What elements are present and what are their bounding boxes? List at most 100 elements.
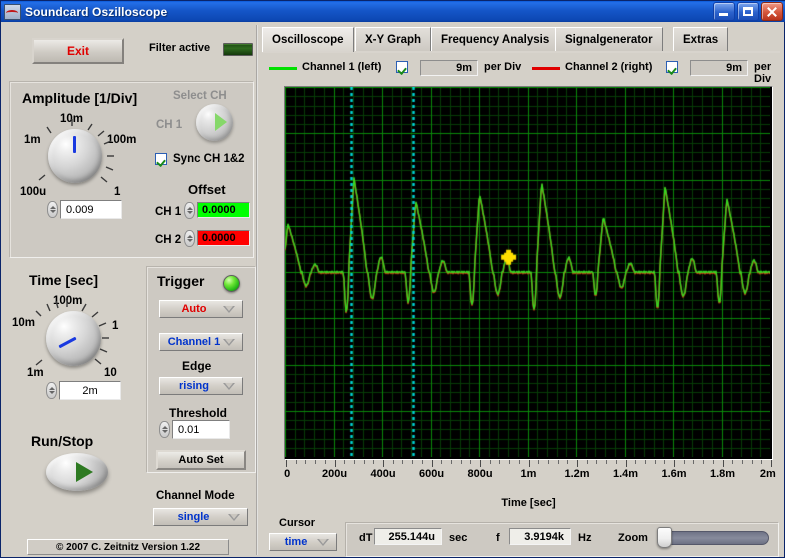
axis-tick-label: 2m bbox=[760, 468, 776, 480]
frequency-value[interactable]: 3.9194k bbox=[509, 528, 571, 545]
run-stop-label: Run/Stop bbox=[31, 433, 93, 449]
amplitude-spinner[interactable] bbox=[47, 201, 58, 218]
channel-2-per-div-value[interactable]: 9m bbox=[690, 60, 748, 76]
time-knob[interactable] bbox=[46, 311, 101, 366]
offset-ch2-spinner[interactable] bbox=[184, 230, 195, 247]
tab-oscilloscope[interactable]: Oscilloscope bbox=[262, 27, 354, 52]
channel-1-label: Channel 1 (left) bbox=[302, 61, 381, 73]
offset-ch2-label: CH 2 bbox=[155, 234, 181, 246]
threshold-value[interactable]: 0.01 bbox=[172, 420, 230, 439]
axis-tick-label: 1.6m bbox=[661, 468, 686, 480]
trigger-edge-select[interactable]: rising bbox=[159, 377, 243, 395]
trigger-edge-label: Edge bbox=[182, 359, 211, 373]
cursor-label: Cursor bbox=[279, 517, 315, 529]
trigger-title: Trigger bbox=[157, 273, 204, 289]
select-ch-knob[interactable] bbox=[196, 104, 233, 141]
frequency-label: f bbox=[496, 532, 500, 544]
amplitude-panel: Amplitude [1/Div] 10m 1m 100m 1 100u 0.0… bbox=[9, 81, 254, 258]
axis-tick bbox=[635, 460, 636, 464]
maximize-icon[interactable] bbox=[737, 2, 759, 21]
axis-tick bbox=[761, 460, 762, 464]
trigger-mode-select[interactable]: Auto bbox=[159, 300, 243, 318]
close-icon[interactable] bbox=[761, 2, 783, 21]
zoom-slider-thumb[interactable] bbox=[657, 527, 672, 548]
threshold-label: Threshold bbox=[169, 406, 227, 420]
channel-1-per-div-value[interactable]: 9m bbox=[420, 60, 478, 76]
minimize-icon[interactable] bbox=[713, 2, 735, 21]
threshold-spinner[interactable] bbox=[159, 421, 170, 438]
sync-channels-label: Sync CH 1&2 bbox=[173, 153, 245, 165]
select-ch-label: Select CH bbox=[173, 90, 227, 102]
select-ch-value: CH 1 bbox=[156, 119, 182, 131]
trigger-edge-value: rising bbox=[179, 380, 209, 392]
dt-label: dT bbox=[359, 532, 372, 544]
oscilloscope-display[interactable] bbox=[284, 86, 773, 460]
axis-tick bbox=[364, 460, 365, 464]
axis-tick bbox=[461, 460, 462, 464]
amplitude-knob[interactable] bbox=[48, 129, 102, 183]
offset-ch1-spinner[interactable] bbox=[184, 202, 195, 219]
auto-set-button[interactable]: Auto Set bbox=[156, 450, 246, 470]
chevron-down-icon bbox=[223, 383, 235, 390]
chevron-down-icon bbox=[223, 306, 235, 313]
axis-tick bbox=[373, 460, 374, 464]
tab-frequency-analysis[interactable]: Frequency Analysis bbox=[431, 27, 559, 51]
time-spinner[interactable] bbox=[46, 382, 57, 399]
tab-bar: Oscilloscope X-Y Graph Frequency Analysi… bbox=[262, 27, 780, 51]
filter-active-indicator[interactable] bbox=[223, 43, 253, 56]
title-bar: Soundcard Oszilloscope bbox=[1, 1, 785, 22]
time-value[interactable]: 2m bbox=[59, 381, 121, 400]
axis-tick bbox=[412, 460, 413, 464]
tab-xy-graph[interactable]: X-Y Graph bbox=[355, 27, 431, 51]
axis-tick bbox=[723, 460, 724, 467]
waveform-canvas[interactable] bbox=[285, 87, 770, 457]
axis-tick bbox=[432, 460, 433, 467]
channel-2-enable-checkbox[interactable] bbox=[666, 61, 678, 73]
axis-tick bbox=[645, 460, 646, 464]
axis-tick bbox=[480, 460, 481, 467]
tab-extras[interactable]: Extras bbox=[673, 27, 728, 51]
offset-label: Offset bbox=[188, 182, 226, 197]
channel-mode-select[interactable]: single bbox=[153, 508, 248, 526]
chevron-down-icon bbox=[317, 539, 329, 546]
axis-tick-label: 1.2m bbox=[564, 468, 589, 480]
trigger-source-value: Channel 1 bbox=[168, 336, 221, 348]
cursor-panel: Cursor time bbox=[263, 517, 341, 555]
axis-tick bbox=[596, 460, 597, 464]
axis-tick bbox=[713, 460, 714, 464]
offset-ch1-value[interactable]: 0.0000 bbox=[197, 202, 250, 218]
channel-1-enable-checkbox[interactable] bbox=[396, 61, 408, 73]
axis-tick-label: 800u bbox=[467, 468, 492, 480]
frequency-unit: Hz bbox=[578, 532, 591, 544]
axis-tick bbox=[577, 460, 578, 467]
chevron-down-icon bbox=[228, 514, 240, 521]
axis-tick bbox=[441, 460, 442, 464]
axis-tick bbox=[548, 460, 549, 464]
axis-tick bbox=[587, 460, 588, 464]
exit-button[interactable]: Exit bbox=[32, 38, 124, 64]
time-axis: 0200u400u600u800u1m1.2m1.4m1.6m1.8m2m bbox=[284, 460, 773, 482]
axis-tick-label: 1.4m bbox=[613, 468, 638, 480]
panel-divider bbox=[256, 25, 258, 555]
axis-tick bbox=[664, 460, 665, 464]
axis-tick bbox=[616, 460, 617, 464]
axis-tick bbox=[529, 460, 530, 467]
channel-1-per-div-label: per Div bbox=[484, 61, 521, 73]
channel-2-color-swatch bbox=[532, 67, 560, 70]
sync-channels-checkbox[interactable] bbox=[155, 153, 167, 165]
trigger-source-select[interactable]: Channel 1 bbox=[159, 333, 243, 351]
axis-tick bbox=[305, 460, 306, 464]
dt-value[interactable]: 255.144u bbox=[374, 528, 442, 545]
tab-signalgenerator[interactable]: Signalgenerator bbox=[555, 27, 663, 51]
time-axis-title: Time [sec] bbox=[284, 497, 773, 509]
axis-tick bbox=[626, 460, 627, 467]
axis-tick bbox=[402, 460, 403, 464]
zoom-slider-track[interactable] bbox=[659, 531, 769, 545]
run-stop-button[interactable] bbox=[46, 453, 108, 491]
cursor-mode-select[interactable]: time bbox=[269, 533, 337, 551]
axis-tick bbox=[742, 460, 743, 464]
oscilloscope-icon bbox=[4, 4, 21, 20]
offset-ch2-value[interactable]: 0.0000 bbox=[197, 230, 250, 246]
axis-tick bbox=[732, 460, 733, 464]
amplitude-value[interactable]: 0.009 bbox=[60, 200, 122, 219]
